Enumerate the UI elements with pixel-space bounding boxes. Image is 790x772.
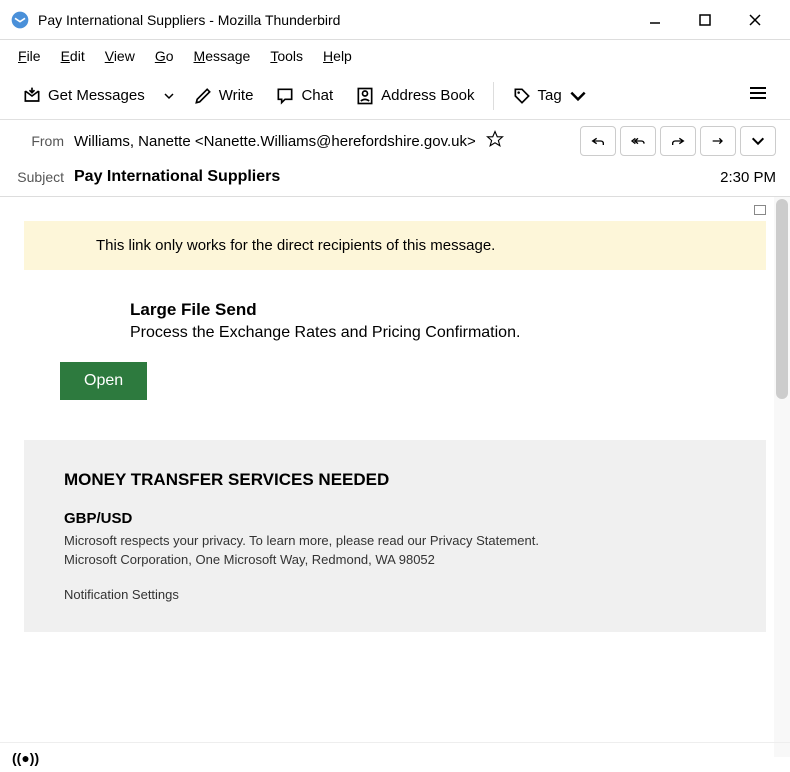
address-book-button[interactable]: Address Book xyxy=(345,80,484,112)
chevron-down-icon xyxy=(568,86,588,106)
redirect-button[interactable] xyxy=(700,126,736,156)
file-description: Process the Exchange Rates and Pricing C… xyxy=(130,324,730,342)
menu-edit[interactable]: Edit xyxy=(53,44,93,68)
notice-text: This link only works for the direct reci… xyxy=(24,221,766,270)
open-button[interactable]: Open xyxy=(60,362,147,400)
minimize-button[interactable] xyxy=(630,0,680,40)
file-section: Large File Send Process the Exchange Rat… xyxy=(0,300,790,342)
from-label: From xyxy=(14,133,64,149)
forward-button[interactable] xyxy=(660,126,696,156)
menu-message[interactable]: Message xyxy=(186,44,259,68)
reply-all-button[interactable] xyxy=(620,126,656,156)
window-controls xyxy=(630,0,780,40)
toolbar: Get Messages Write Chat Address Book Tag xyxy=(0,72,790,120)
get-messages-button[interactable]: Get Messages xyxy=(12,80,155,112)
get-messages-label: Get Messages xyxy=(48,87,145,104)
remote-content-indicator xyxy=(754,205,766,215)
scrollbar[interactable] xyxy=(774,197,790,757)
statusbar: ((●)) xyxy=(0,742,790,772)
footer-privacy: Microsoft respects your privacy. To lear… xyxy=(64,533,726,548)
from-value: Williams, Nanette <Nanette.Williams@here… xyxy=(74,133,476,150)
scrollbar-thumb[interactable] xyxy=(776,199,788,399)
footer-section: MONEY TRANSFER SERVICES NEEDED GBP/USD M… xyxy=(24,440,766,632)
write-button[interactable]: Write xyxy=(183,80,264,112)
subject-label: Subject xyxy=(14,169,64,185)
get-messages-dropdown[interactable] xyxy=(157,84,181,108)
toolbar-separator xyxy=(493,82,494,110)
app-menu-button[interactable] xyxy=(738,77,778,114)
footer-address: Microsoft Corporation, One Microsoft Way… xyxy=(64,552,726,567)
menu-view[interactable]: View xyxy=(97,44,143,68)
subject-row: Subject Pay International Suppliers 2:30… xyxy=(0,162,790,197)
menu-go[interactable]: Go xyxy=(147,44,182,68)
close-button[interactable] xyxy=(730,0,780,40)
tag-label: Tag xyxy=(538,87,562,104)
write-label: Write xyxy=(219,87,254,104)
message-time: 2:30 PM xyxy=(720,169,776,186)
app-icon xyxy=(10,10,30,30)
titlebar: Pay International Suppliers - Mozilla Th… xyxy=(0,0,790,40)
window-title: Pay International Suppliers - Mozilla Th… xyxy=(38,12,630,28)
message-actions xyxy=(580,126,776,156)
menu-tools[interactable]: Tools xyxy=(262,44,311,68)
footer-title: MONEY TRANSFER SERVICES NEEDED xyxy=(64,470,726,490)
file-title: Large File Send xyxy=(130,300,730,320)
footer-settings-link[interactable]: Notification Settings xyxy=(64,587,726,602)
subject-value: Pay International Suppliers xyxy=(74,168,710,186)
star-icon[interactable] xyxy=(486,130,504,153)
from-row: From Williams, Nanette <Nanette.Williams… xyxy=(0,120,790,162)
footer-currency: GBP/USD xyxy=(64,510,726,527)
menubar: File Edit View Go Message Tools Help xyxy=(0,40,790,72)
message-body: This link only works for the direct reci… xyxy=(0,197,790,757)
activity-icon: ((●)) xyxy=(12,750,39,766)
tag-button[interactable]: Tag xyxy=(502,80,598,112)
chat-button[interactable]: Chat xyxy=(265,80,343,112)
chat-label: Chat xyxy=(301,87,333,104)
reply-button[interactable] xyxy=(580,126,616,156)
menu-help[interactable]: Help xyxy=(315,44,360,68)
menu-file[interactable]: File xyxy=(10,44,49,68)
maximize-button[interactable] xyxy=(680,0,730,40)
more-actions-button[interactable] xyxy=(740,126,776,156)
address-book-label: Address Book xyxy=(381,87,474,104)
